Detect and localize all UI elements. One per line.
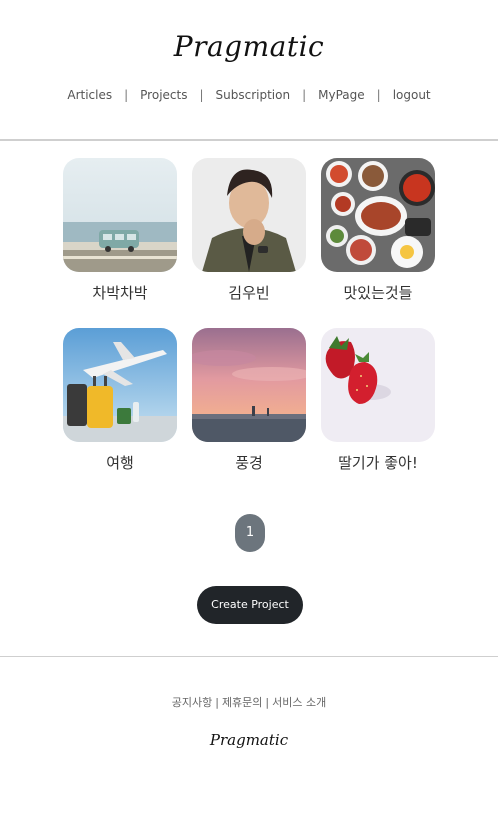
project-thumbnail[interactable] (192, 158, 306, 272)
van-by-sea-photo (63, 158, 177, 272)
airplane-luggage-photo (63, 328, 177, 442)
project-card[interactable]: 맛있는것들 (321, 158, 435, 302)
main-nav: Articles | Projects | Subscription | MyPage | lo… (0, 88, 498, 102)
portrait-photo (192, 158, 306, 272)
create-project-button[interactable]: Create Project (197, 586, 303, 624)
footer-separator: | (215, 696, 219, 709)
project-thumbnail[interactable] (63, 158, 177, 272)
project-card[interactable]: 김우빈 (192, 158, 306, 302)
project-thumbnail[interactable] (321, 158, 435, 272)
footer-link-notice[interactable]: 공지사항 (172, 696, 212, 709)
project-title[interactable]: 맛있는것들 (321, 282, 435, 303)
nav-logout[interactable]: logout (381, 88, 443, 102)
project-card[interactable]: 여행 (63, 328, 177, 472)
project-card[interactable]: 차박차박 (63, 158, 177, 302)
strawberries-photo (321, 328, 435, 442)
pagination-current-page[interactable]: 1 (235, 514, 265, 552)
project-title[interactable]: 여행 (63, 452, 177, 473)
project-title[interactable]: 딸기가 좋아! (321, 452, 435, 473)
site-header: Pragmatic Articles | Projects | Subscription… (0, 0, 498, 140)
project-card[interactable]: 풍경 (192, 328, 306, 472)
footer-separator: | (265, 696, 270, 709)
footer-brand: Pragmatic (209, 731, 289, 749)
nav-projects[interactable]: Projects (128, 88, 199, 102)
nav-mypage[interactable]: MyPage (306, 88, 377, 102)
footer-links: 공지사항 | 제휴문의 | 서비스 소개 (0, 694, 498, 710)
brand-logo[interactable]: Pragmatic (0, 30, 498, 63)
project-title[interactable]: 풍경 (192, 452, 306, 473)
sunset-sky-photo (192, 328, 306, 442)
project-thumbnail[interactable] (192, 328, 306, 442)
project-thumbnail[interactable] (63, 328, 177, 442)
project-title[interactable]: 김우빈 (192, 282, 306, 303)
korean-food-table-photo (321, 158, 435, 272)
nav-subscription[interactable]: Subscription (204, 88, 303, 102)
footer-link-about[interactable]: 서비스 소개 (272, 696, 326, 709)
footer-divider (0, 656, 498, 657)
project-title[interactable]: 차박차박 (63, 282, 177, 303)
footer-link-partnership[interactable]: 제휴문의 (222, 696, 262, 709)
nav-articles[interactable]: Articles (55, 88, 124, 102)
nav-separator: | (199, 88, 204, 102)
project-thumbnail[interactable] (321, 328, 435, 442)
header-divider (0, 139, 498, 141)
project-card[interactable]: 딸기가 좋아! (321, 328, 435, 472)
